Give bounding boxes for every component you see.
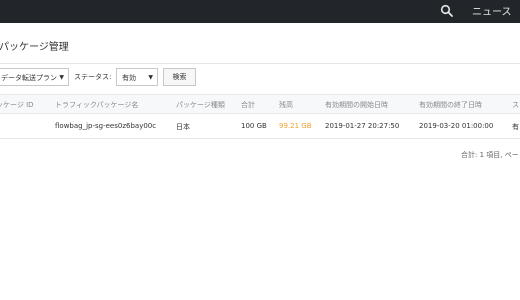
pagination-total: 合計: 1 項目, ペー xyxy=(461,151,519,159)
cell-valid-until: 2019-03-20 01:00:00 xyxy=(419,122,494,130)
chevron-down-icon: ▼ xyxy=(59,74,64,81)
news-link[interactable]: ニュース xyxy=(472,3,512,18)
status-label: ステータス: xyxy=(74,73,112,81)
cell-package-name: flowbag_jp-sg-ees0z6bay00c xyxy=(55,122,157,130)
column-header-status[interactable]: ス xyxy=(512,100,519,110)
status-select-value: 有効 xyxy=(122,74,136,82)
column-header-remaining[interactable]: 残高 xyxy=(279,100,293,110)
column-header-package-id[interactable]: ッケージ ID xyxy=(0,100,34,110)
page-title: パッケージ管理 xyxy=(0,42,69,53)
column-header-valid-until[interactable]: 有効期間の終了日時 xyxy=(419,100,482,110)
chevron-down-icon: ▼ xyxy=(148,74,153,81)
table-header: ッケージ ID トラフィックパッケージ名 パッケージ種類 合計 残高 有効期間の… xyxy=(0,94,520,114)
main-panel: パッケージ管理 データ転送プラン ▼ ステータス: 有効 ▼ 検索 ッケージ I… xyxy=(0,23,520,300)
cell-package-type: 日本 xyxy=(176,123,190,131)
title-divider xyxy=(0,63,520,64)
plan-select-value: データ転送プラン xyxy=(1,74,57,82)
table-row[interactable]: flowbag_jp-sg-ees0z6bay00c 日本 100 GB 99.… xyxy=(0,114,520,139)
top-navigation-bar: ニュース xyxy=(0,0,520,23)
cell-total: 100 GB xyxy=(241,122,267,130)
column-header-total[interactable]: 合計 xyxy=(241,100,255,110)
cell-remaining: 99.21 GB xyxy=(279,122,312,130)
search-button[interactable]: 検索 xyxy=(163,68,196,86)
column-header-package-type[interactable]: パッケージ種類 xyxy=(176,100,225,110)
cell-status: 有 xyxy=(512,123,519,131)
search-icon[interactable] xyxy=(440,4,454,18)
column-header-package-name[interactable]: トラフィックパッケージ名 xyxy=(55,100,138,110)
cell-valid-from: 2019-01-27 20:27:50 xyxy=(325,122,400,130)
plan-select[interactable]: データ転送プラン ▼ xyxy=(0,68,69,86)
column-header-valid-from[interactable]: 有効期間の開始日時 xyxy=(325,100,388,110)
status-select[interactable]: 有効 ▼ xyxy=(116,68,158,86)
